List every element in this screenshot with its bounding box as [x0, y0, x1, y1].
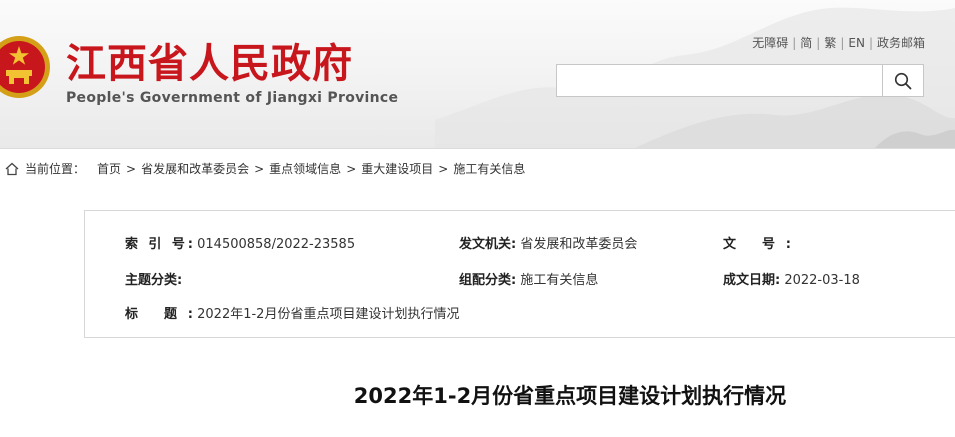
search-button[interactable] [882, 65, 923, 96]
meta-title: 标 题: 2022年1-2月份省重点项目建设计划执行情况 [125, 303, 459, 322]
meta-issuer-label: 发文机关: [459, 237, 517, 252]
breadcrumb-item-construction-info[interactable]: 施工有关信息 [453, 160, 525, 177]
search-icon [894, 72, 912, 89]
meta-index-label: 索 引 号: [125, 237, 193, 252]
meta-date-label: 成文日期: [723, 273, 781, 288]
article-title: 2022年1-2月份省重点项目建设计划执行情况 [353, 384, 787, 408]
chevron-right-icon: > [254, 161, 265, 176]
breadcrumb: 当前位置： 首页 > 省发展和改革委员会 > 重点领域信息 > 重大建设项目 >… [5, 160, 525, 177]
link-english[interactable]: EN [848, 36, 865, 50]
meta-docno: 文 号: [723, 233, 791, 252]
chevron-right-icon: > [126, 161, 137, 176]
breadcrumb-item-home[interactable]: 首页 [97, 160, 121, 177]
meta-group-value: 施工有关信息 [520, 273, 599, 288]
breadcrumb-label: 当前位置： [25, 162, 86, 176]
meta-date-value: 2022-03-18 [784, 273, 860, 288]
home-icon [5, 162, 19, 175]
document-metadata-box: 索 引 号: 014500858/2022-23585 发文机关: 省发展和改革… [84, 210, 955, 338]
site-title[interactable]: 江西省人民政府 [66, 42, 353, 86]
meta-issuer: 发文机关: 省发展和改革委员会 [459, 233, 637, 252]
breadcrumb-item-key-areas[interactable]: 重点领域信息 [269, 160, 341, 177]
chevron-right-icon: > [438, 161, 449, 176]
national-emblem-icon [0, 36, 50, 98]
meta-title-value: 2022年1-2月份省重点项目建设计划执行情况 [197, 307, 460, 322]
link-traditional[interactable]: 繁 [824, 36, 836, 50]
meta-title-label: 标 题: [125, 307, 193, 322]
breadcrumb-item-ndrc[interactable]: 省发展和改革委员会 [141, 160, 249, 177]
top-links: 无障碍 | 简 | 繁 | EN | 政务邮箱 [752, 36, 925, 50]
chevron-right-icon: > [346, 161, 357, 176]
search-input[interactable] [557, 65, 882, 96]
site-subtitle: People's Government of Jiangxi Province [66, 90, 399, 106]
meta-index-value: 014500858/2022-23585 [197, 237, 356, 252]
meta-index: 索 引 号: 014500858/2022-23585 [125, 233, 355, 252]
search-box [556, 64, 924, 97]
link-accessibility[interactable]: 无障碍 [752, 36, 788, 50]
meta-topic-label: 主题分类: [125, 273, 183, 288]
header-divider [0, 148, 955, 149]
meta-date: 成文日期: 2022-03-18 [723, 269, 860, 288]
link-gov-mail[interactable]: 政务邮箱 [877, 36, 925, 50]
link-simplified[interactable]: 简 [800, 36, 812, 50]
meta-topic: 主题分类: [125, 269, 182, 288]
meta-docno-label: 文 号: [723, 237, 791, 252]
meta-issuer-value: 省发展和改革委员会 [520, 237, 638, 252]
breadcrumb-item-major-projects[interactable]: 重大建设项目 [361, 160, 433, 177]
site-header: 江西省人民政府 People's Government of Jiangxi P… [0, 0, 955, 148]
meta-group-label: 组配分类: [459, 273, 517, 288]
meta-group: 组配分类: 施工有关信息 [459, 269, 598, 288]
